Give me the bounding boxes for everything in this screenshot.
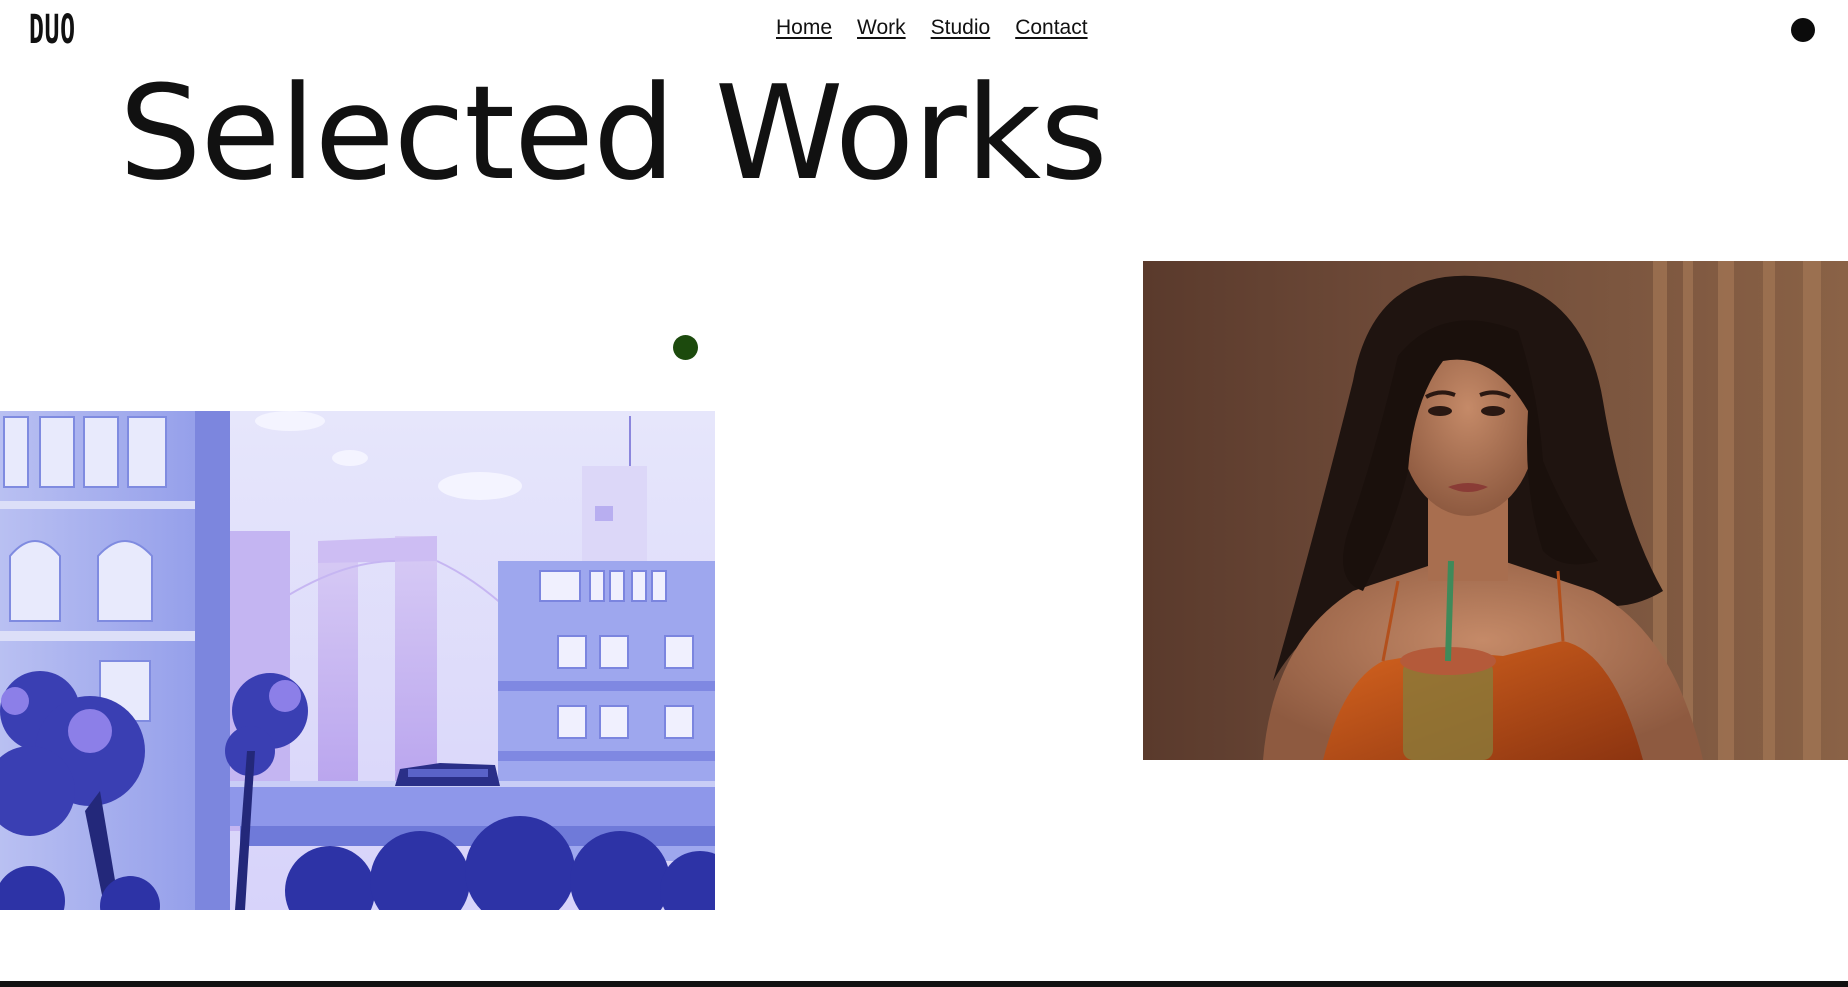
- site-header: DUO Home Work Studio Contact: [0, 0, 1848, 62]
- work-card-portrait[interactable]: [1143, 261, 1848, 760]
- nav-work-link[interactable]: Work: [857, 16, 906, 40]
- portrait-image: [1143, 261, 1848, 760]
- nav-home-link[interactable]: Home: [776, 16, 832, 40]
- work-card-city[interactable]: [0, 411, 715, 910]
- bottom-bar: [0, 981, 1848, 987]
- page-title: Selected Works: [119, 57, 1108, 209]
- cursor-dot: [673, 335, 698, 360]
- nav-studio-link[interactable]: Studio: [931, 16, 991, 40]
- logo[interactable]: DUO: [29, 10, 76, 50]
- menu-dot-icon[interactable]: [1791, 18, 1815, 42]
- city-illustration-image: [0, 411, 715, 910]
- nav-contact-link[interactable]: Contact: [1015, 16, 1087, 40]
- main-nav: Home Work Studio Contact: [776, 16, 1088, 40]
